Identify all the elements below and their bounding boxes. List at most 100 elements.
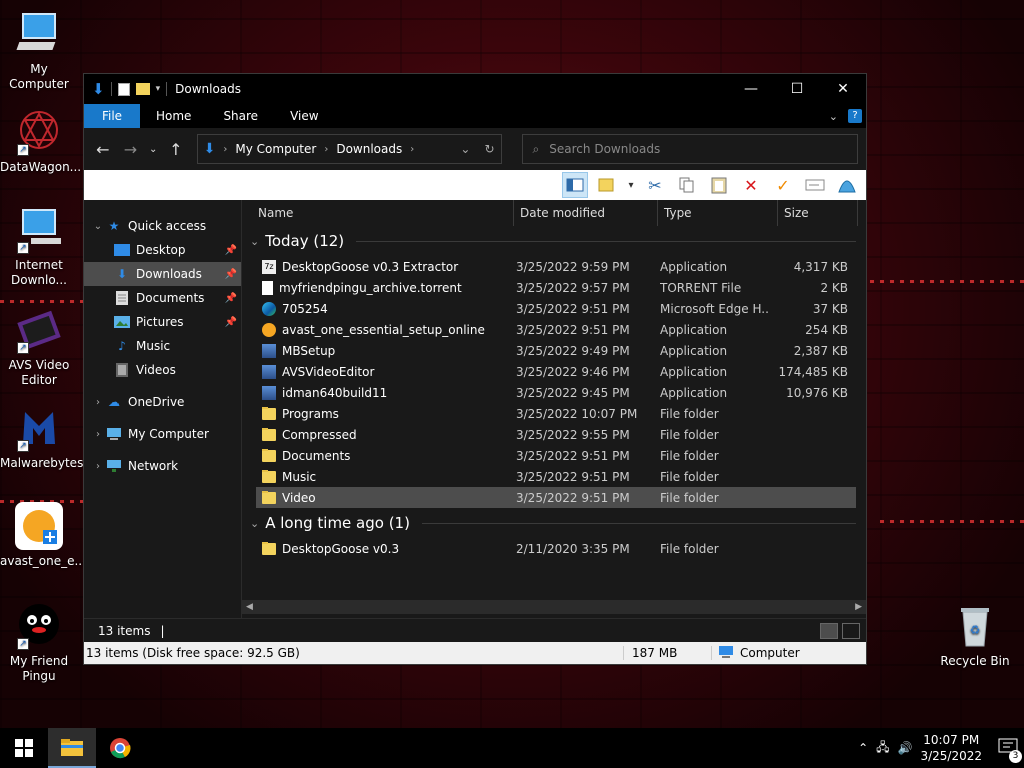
nav-pictures[interactable]: Pictures 📌 xyxy=(84,310,241,334)
list-item[interactable]: DesktopGoose v0.3 2/11/2020 3:35 PM File… xyxy=(256,538,856,559)
details-view-icon[interactable] xyxy=(820,622,838,639)
list-item[interactable]: myfriendpingu_archive.torrent 3/25/2022 … xyxy=(256,277,856,298)
nav-desktop[interactable]: Desktop 📌 xyxy=(84,238,241,262)
desktop-icon-avs-video-editor[interactable]: ↗ AVS Video Editor xyxy=(0,306,78,388)
nav-gap xyxy=(84,382,241,390)
dropdown-icon[interactable]: ▾ xyxy=(626,172,636,198)
chevron-right-icon[interactable]: › xyxy=(90,397,106,408)
back-button[interactable]: ← xyxy=(92,140,114,159)
list-item-selected[interactable]: Video 3/25/2022 9:51 PM File folder xyxy=(256,487,856,508)
column-name[interactable]: Name xyxy=(242,199,514,226)
nav-documents[interactable]: Documents 📌 xyxy=(84,286,241,310)
scroll-left-icon[interactable]: ◀ xyxy=(246,602,253,612)
nav-downloads[interactable]: ⬇ Downloads 📌 xyxy=(84,262,241,286)
minimize-button[interactable]: — xyxy=(728,74,774,104)
search-input[interactable]: ⌕ Search Downloads xyxy=(521,134,859,164)
volume-icon[interactable]: 🔊 xyxy=(898,741,913,755)
tab-share[interactable]: Share xyxy=(207,104,274,128)
list-item[interactable]: AVSVideoEditor 3/25/2022 9:46 PM Applica… xyxy=(256,361,856,382)
nav-quick-access[interactable]: ⌄ ★ Quick access xyxy=(84,214,241,238)
list-item[interactable]: Programs 3/25/2022 10:07 PM File folder xyxy=(256,403,856,424)
tab-home[interactable]: Home xyxy=(140,104,207,128)
horizontal-scrollbar[interactable]: ◀ ▶ xyxy=(242,600,866,614)
preview-pane-icon[interactable] xyxy=(562,172,588,198)
taskbar-chrome[interactable] xyxy=(96,728,144,768)
close-button[interactable]: ✕ xyxy=(820,74,866,104)
chevron-right-icon[interactable]: › xyxy=(410,144,414,155)
list-item[interactable]: avast_one_essential_setup_online 3/25/20… xyxy=(256,319,856,340)
chevron-down-icon[interactable]: ⌄ xyxy=(250,517,259,530)
chevron-down-icon[interactable]: ⌄ xyxy=(250,235,259,248)
maximize-button[interactable]: ☐ xyxy=(774,74,820,104)
pin-icon[interactable]: 📌 xyxy=(225,269,237,280)
nav-network[interactable]: › Network xyxy=(84,454,241,478)
desktop-icon-avast[interactable]: avast_one_e... xyxy=(0,502,86,569)
toolbar-divider xyxy=(166,82,168,96)
desktop-icon-recycle-bin[interactable]: ♻ Recycle Bin xyxy=(936,602,1014,669)
list-item[interactable]: 7z DesktopGoose v0.3 Extractor 3/25/2022 … xyxy=(256,256,856,277)
pin-icon[interactable]: 📌 xyxy=(225,293,237,304)
toolbar-divider xyxy=(110,82,112,96)
list-item[interactable]: Compressed 3/25/2022 9:55 PM File folder xyxy=(256,424,856,445)
desktop-icon-malwarebytes[interactable]: ↗ Malwarebytes xyxy=(0,404,83,471)
nav-my-computer[interactable]: › My Computer xyxy=(84,422,241,446)
clock[interactable]: 10:07 PM 3/25/2022 xyxy=(920,732,982,764)
nav-videos[interactable]: Videos xyxy=(84,358,241,382)
list-item[interactable]: 705254 3/25/2022 9:51 PM Microsoft Edge … xyxy=(256,298,856,319)
list-item[interactable]: MBSetup 3/25/2022 9:49 PM Application 2,… xyxy=(256,340,856,361)
refresh-icon[interactable]: ↻ xyxy=(484,142,494,156)
chevron-down-icon[interactable]: ⌄ xyxy=(90,221,106,232)
chevron-right-icon[interactable]: › xyxy=(90,461,106,472)
delete-icon[interactable]: ✕ xyxy=(738,172,764,198)
network-icon xyxy=(106,459,122,473)
desktop-icon-internet-download[interactable]: ↗ Internet Downlo... xyxy=(0,206,78,288)
tab-file[interactable]: File xyxy=(84,104,140,128)
paste-icon[interactable] xyxy=(706,172,732,198)
network-icon[interactable]: 🖧 xyxy=(876,738,889,759)
notifications-icon[interactable]: 3 xyxy=(998,738,1022,763)
nav-onedrive[interactable]: › ☁ OneDrive xyxy=(84,390,241,414)
scroll-right-icon[interactable]: ▶ xyxy=(855,602,862,612)
recent-locations-button[interactable]: ⌄ xyxy=(147,144,159,155)
shell-icon[interactable] xyxy=(834,172,860,198)
tab-view[interactable]: View xyxy=(274,104,334,128)
desktop-icon-datawagon[interactable]: ↗ DataWagon... xyxy=(0,108,81,175)
column-size[interactable]: Size xyxy=(778,199,858,226)
new-folder-icon[interactable] xyxy=(135,83,150,95)
view-options-icon[interactable] xyxy=(594,172,620,198)
list-item[interactable]: Music 3/25/2022 9:51 PM File folder xyxy=(256,466,856,487)
chevron-up-icon[interactable]: ⌃ xyxy=(858,741,868,755)
copy-icon[interactable] xyxy=(674,172,700,198)
customize-qa-icon[interactable]: ▾ xyxy=(156,84,161,94)
column-date-modified[interactable]: Date modified xyxy=(514,199,658,226)
film-icon: ↗ xyxy=(15,306,63,354)
file-date: 3/25/2022 10:07 PM xyxy=(516,406,638,421)
cut-icon[interactable]: ✂ xyxy=(642,172,668,198)
taskbar-file-explorer[interactable] xyxy=(48,728,96,768)
group-header[interactable]: ⌄ A long time ago (1) xyxy=(242,508,866,538)
list-item[interactable]: idman640build11 3/25/2022 9:45 PM Applic… xyxy=(256,382,856,403)
list-item[interactable]: Documents 3/25/2022 9:51 PM File folder xyxy=(256,445,856,466)
group-header[interactable]: ⌄ Today (12) xyxy=(242,226,866,256)
properties-icon[interactable] xyxy=(117,82,130,96)
chevron-right-icon[interactable]: › xyxy=(90,429,106,440)
rename-icon[interactable] xyxy=(802,172,828,198)
chevron-right-icon[interactable]: › xyxy=(324,144,328,155)
pin-icon[interactable]: 📌 xyxy=(225,245,237,256)
large-icons-view-icon[interactable] xyxy=(842,622,860,639)
address-bar[interactable]: ⬇ › My Computer › Downloads › ⌄ ↻ xyxy=(196,134,502,164)
desktop-icon-my-computer[interactable]: My Computer xyxy=(0,10,78,92)
start-button[interactable] xyxy=(0,728,48,768)
chevron-down-icon[interactable]: ⌄ xyxy=(460,142,470,156)
expand-ribbon-icon[interactable]: ⌄ xyxy=(829,110,838,123)
nav-music[interactable]: ♪ Music xyxy=(84,334,241,358)
desktop-icon-my-friend-pingu[interactable]: ↗ My Friend Pingu xyxy=(0,602,78,684)
breadcrumb-downloads[interactable]: Downloads xyxy=(336,142,402,156)
help-icon[interactable]: ? xyxy=(848,109,862,123)
breadcrumb-my-computer[interactable]: My Computer xyxy=(235,142,316,156)
pin-icon[interactable]: 📌 xyxy=(225,317,237,328)
column-type[interactable]: Type xyxy=(658,199,778,226)
up-button[interactable]: ↑ xyxy=(165,140,187,159)
checkmark-icon[interactable]: ✓ xyxy=(770,172,796,198)
forward-button[interactable]: → xyxy=(120,140,142,159)
